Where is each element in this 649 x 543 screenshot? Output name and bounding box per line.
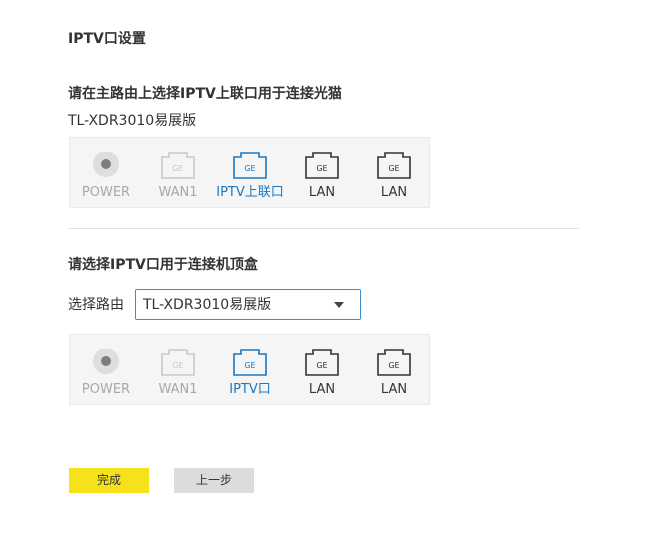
port-badge: GE <box>244 164 255 173</box>
chevron-down-icon <box>334 302 344 308</box>
port-panel-settopbox: POWER GE WAN1 GE IPTV口 GE LAN GE LAN <box>69 334 430 405</box>
port-label: IPTV上联口 <box>216 185 284 200</box>
port-label: IPTV口 <box>229 382 271 397</box>
ethernet-port-icon: GE <box>161 152 195 179</box>
port-lan[interactable]: GE LAN <box>286 138 358 209</box>
port-badge: GE <box>388 164 399 173</box>
port-label: POWER <box>81 185 131 200</box>
section-title-uplink: 请在主路由上选择IPTV上联口用于连接光猫 <box>68 86 342 102</box>
port-label: LAN <box>308 185 336 200</box>
port-wan1: GE WAN1 <box>142 335 214 406</box>
router-model-label: TL-XDR3010易展版 <box>68 113 197 129</box>
port-iptv[interactable]: GE IPTV口 <box>214 335 286 406</box>
port-power: POWER <box>70 335 142 406</box>
power-icon <box>93 152 119 177</box>
port-label: WAN1 <box>158 185 198 200</box>
section-title-settopbox: 请选择IPTV口用于连接机顶盒 <box>68 257 258 273</box>
ethernet-port-icon: GE <box>305 152 339 179</box>
port-lan[interactable]: GE LAN <box>358 335 430 406</box>
port-wan1: GE WAN1 <box>142 138 214 209</box>
router-select[interactable]: TL-XDR3010易展版 <box>135 289 361 320</box>
ethernet-port-icon: GE <box>377 349 411 376</box>
port-iptv-uplink[interactable]: GE IPTV上联口 <box>214 138 286 209</box>
ethernet-port-icon: GE <box>161 349 195 376</box>
port-badge: GE <box>388 361 399 370</box>
router-select-label: 选择路由 <box>68 297 124 313</box>
ethernet-port-icon: GE <box>377 152 411 179</box>
router-select-value: TL-XDR3010易展版 <box>143 297 272 313</box>
port-badge: GE <box>244 361 255 370</box>
port-label: WAN1 <box>158 382 198 397</box>
port-badge: GE <box>316 361 327 370</box>
port-lan[interactable]: GE LAN <box>286 335 358 406</box>
page-title: IPTV口设置 <box>68 31 146 47</box>
power-icon <box>93 349 119 374</box>
port-power: POWER <box>70 138 142 209</box>
previous-step-button[interactable]: 上一步 <box>174 468 254 493</box>
port-label: LAN <box>308 382 336 397</box>
ethernet-port-icon: GE <box>233 349 267 376</box>
port-panel-uplink: POWER GE WAN1 GE IPTV上联口 GE LAN GE LAN <box>69 137 430 208</box>
port-label: LAN <box>380 382 408 397</box>
port-label: LAN <box>380 185 408 200</box>
port-badge: GE <box>316 164 327 173</box>
port-badge: GE <box>172 361 183 370</box>
port-label: POWER <box>81 382 131 397</box>
ethernet-port-icon: GE <box>233 152 267 179</box>
finish-button[interactable]: 完成 <box>69 468 149 493</box>
port-lan[interactable]: GE LAN <box>358 138 430 209</box>
ethernet-port-icon: GE <box>305 349 339 376</box>
port-badge: GE <box>172 164 183 173</box>
section-divider <box>68 228 579 229</box>
